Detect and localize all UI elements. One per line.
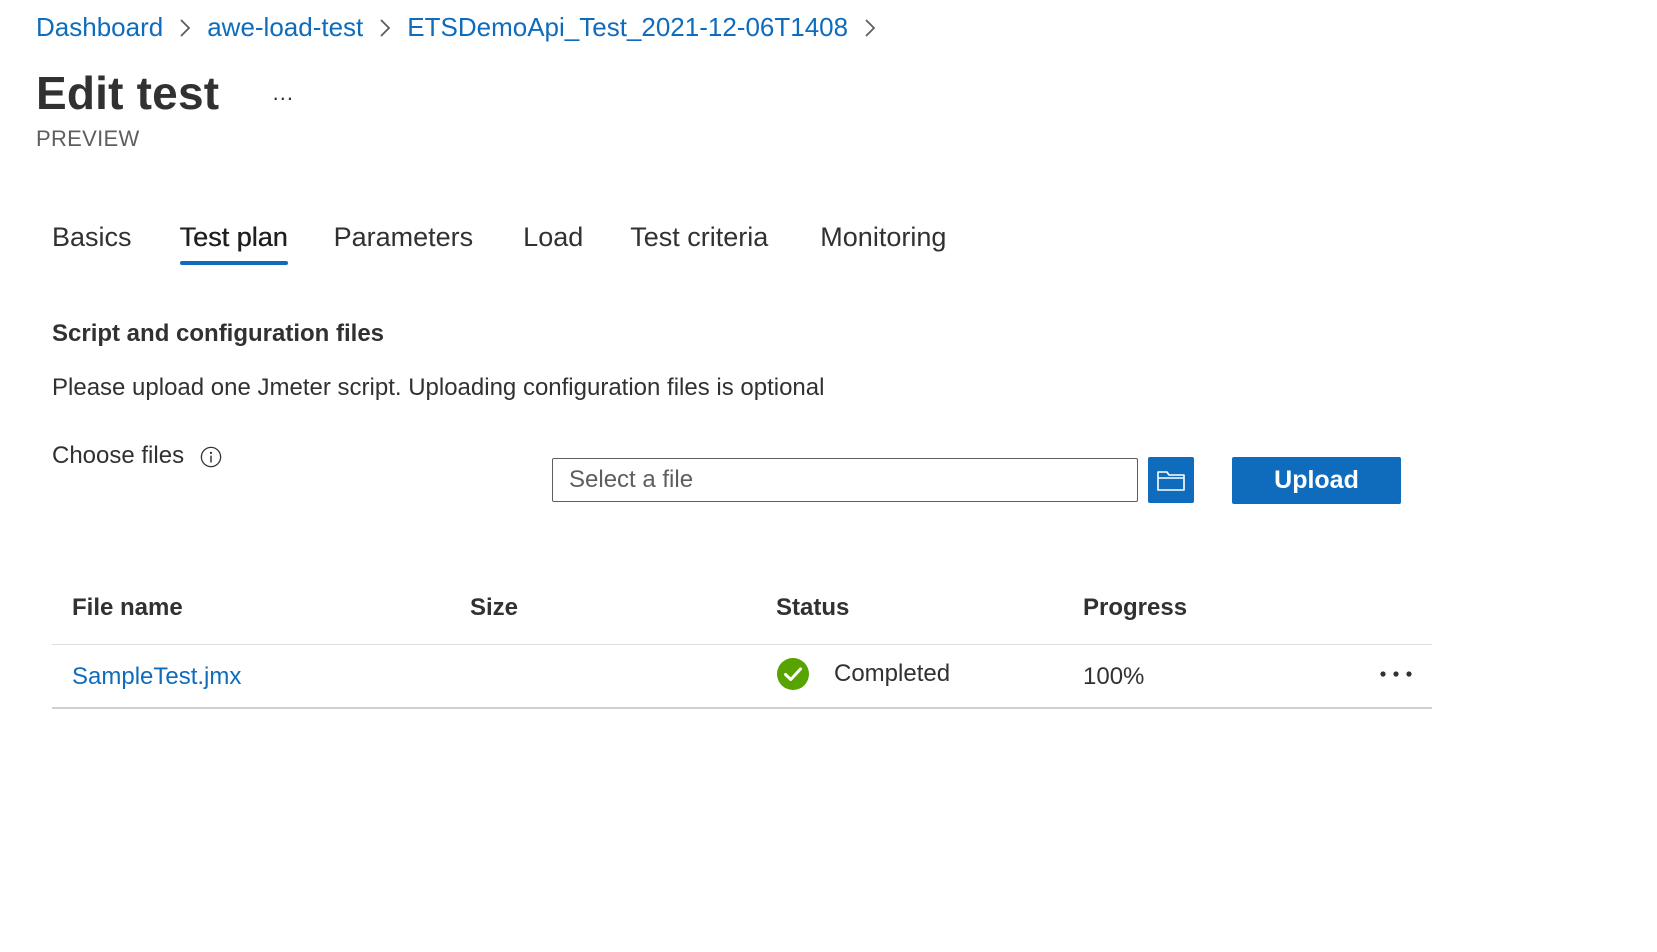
chevron-right-icon: [163, 13, 207, 43]
column-header-size[interactable]: Size: [470, 594, 518, 622]
tab-load[interactable]: Load: [523, 222, 583, 265]
choose-files-text: Choose files: [52, 442, 185, 469]
chevron-right-icon: [363, 13, 407, 43]
column-header-status[interactable]: Status: [776, 594, 849, 622]
breadcrumb-dashboard[interactable]: Dashboard: [36, 12, 163, 43]
table-row: SampleTest.jmx Completed 100%: [52, 645, 1432, 709]
tab-monitoring[interactable]: Monitoring: [820, 222, 946, 265]
section-title: Script and configuration files: [52, 320, 385, 347]
more-options-button[interactable]: ...: [267, 77, 299, 109]
folder-icon: [1156, 468, 1186, 492]
file-name-link[interactable]: SampleTest.jmx: [72, 663, 241, 691]
tab-basics[interactable]: Basics: [52, 222, 132, 265]
title-row: Edit test ...: [36, 66, 299, 120]
choose-files-label: Choose files: [52, 442, 222, 470]
column-header-progress[interactable]: Progress: [1083, 594, 1187, 622]
row-more-options-button[interactable]: [1376, 659, 1416, 689]
file-status: Completed: [776, 657, 950, 691]
breadcrumb-resource[interactable]: awe-load-test: [207, 12, 363, 43]
breadcrumb: Dashboard awe-load-test ETSDemoApi_Test_…: [36, 12, 892, 43]
column-header-file-name[interactable]: File name: [72, 594, 183, 622]
chevron-right-icon: [848, 13, 892, 43]
section-description: Please upload one Jmeter script. Uploadi…: [52, 374, 825, 401]
file-select-input[interactable]: [552, 458, 1138, 502]
tab-bar: Basics Test plan Parameters Load Test cr…: [52, 222, 946, 265]
preview-badge: PREVIEW: [36, 126, 140, 151]
check-circle-icon: [776, 657, 810, 691]
tab-test-criteria[interactable]: Test criteria: [630, 222, 768, 265]
file-progress: 100%: [1083, 663, 1145, 690]
files-table: File name Size Status Progress SampleTes…: [52, 580, 1432, 709]
upload-button[interactable]: Upload: [1232, 457, 1401, 504]
browse-files-button[interactable]: [1148, 457, 1194, 503]
table-header: File name Size Status Progress: [52, 580, 1432, 645]
edit-test-page: Dashboard awe-load-test ETSDemoApi_Test_…: [0, 0, 1657, 952]
tab-test-plan[interactable]: Test plan: [179, 222, 288, 265]
breadcrumb-test[interactable]: ETSDemoApi_Test_2021-12-06T1408: [407, 12, 848, 43]
page-title: Edit test: [36, 67, 220, 119]
info-icon[interactable]: [200, 445, 222, 468]
status-text: Completed: [834, 660, 951, 687]
tab-parameters[interactable]: Parameters: [334, 222, 474, 265]
